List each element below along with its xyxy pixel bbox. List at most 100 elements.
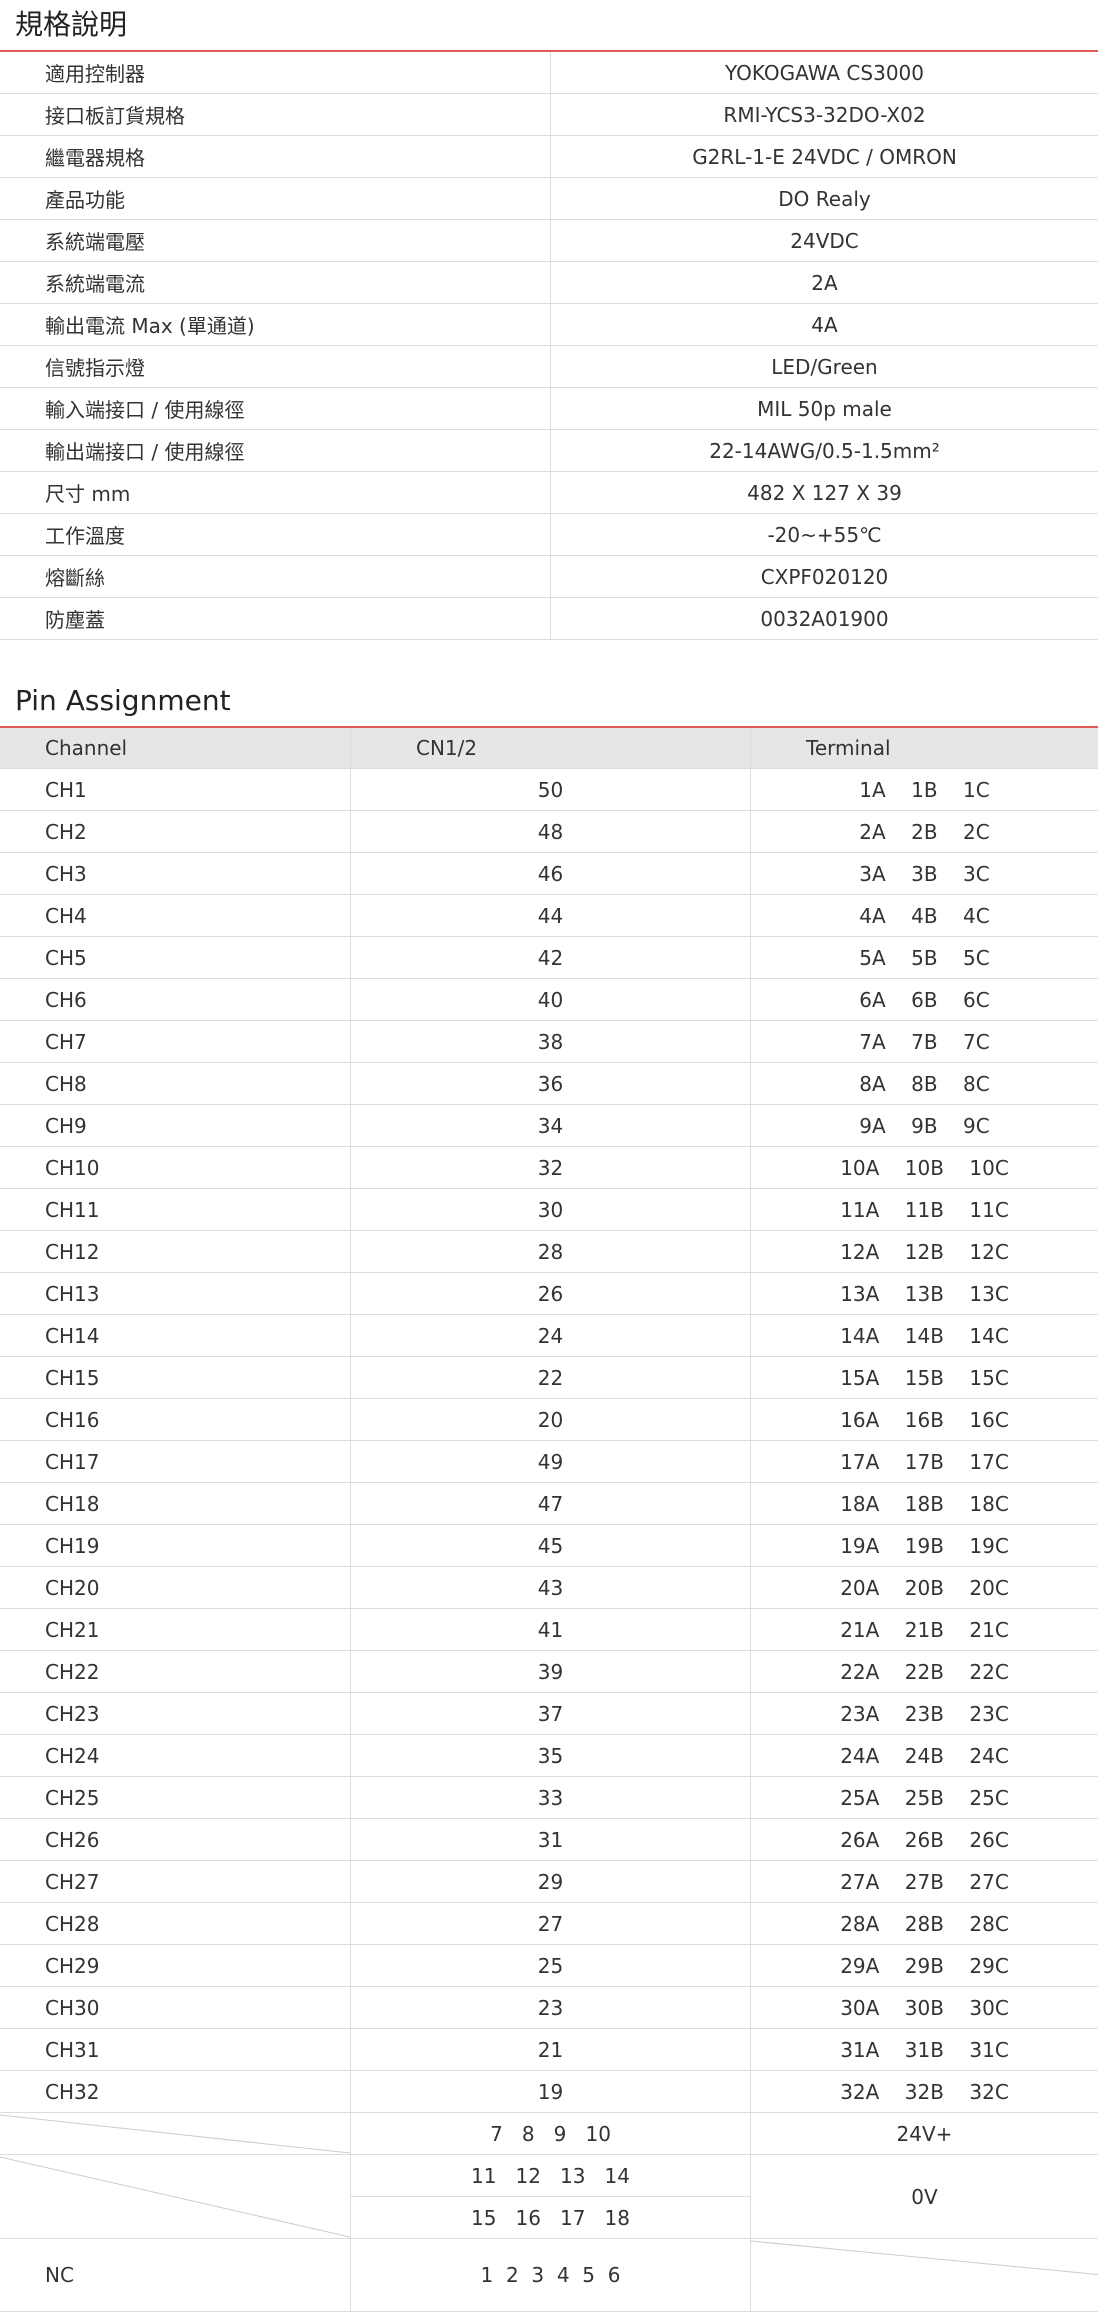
pin-row: CH25 33 25A 25B 25C: [0, 1776, 1098, 1819]
pin-row: CH2 48 2A 2B 2C: [0, 810, 1098, 853]
cn-cell: 36: [350, 1062, 751, 1105]
label-0v: 0V: [750, 2154, 1098, 2239]
spec-row: 適用控制器 YOKOGAWA CS3000: [0, 52, 1098, 94]
spec-value: 22-14AWG/0.5-1.5mm²: [550, 429, 1098, 472]
terminal-cell: 10A 10B 10C: [750, 1146, 1098, 1189]
terminal-cell: 29A 29B 29C: [750, 1944, 1098, 1987]
pin-row: CH8 36 8A 8B 8C: [0, 1062, 1098, 1105]
channel-cell: CH26: [0, 1818, 351, 1861]
terminal-cell: 22A 22B 22C: [750, 1650, 1098, 1693]
terminal-cell: 13A 13B 13C: [750, 1272, 1098, 1315]
cn-cell: 26: [350, 1272, 751, 1315]
spec-value: G2RL-1-E 24VDC / OMRON: [550, 135, 1098, 178]
terminal-cell: 24A 24B 24C: [750, 1734, 1098, 1777]
spec-label: 繼電器規格: [0, 135, 551, 178]
pin-row: CH11 30 11A 11B 11C: [0, 1188, 1098, 1231]
channel-cell: CH10: [0, 1146, 351, 1189]
terminal-cell: 26A 26B 26C: [750, 1818, 1098, 1861]
terminal-cell: 30A 30B 30C: [750, 1986, 1098, 2029]
pin-header-row: Channel CN1/2 Terminal: [0, 728, 1098, 769]
channel-cell: CH11: [0, 1188, 351, 1231]
terminal-cell: 27A 27B 27C: [750, 1860, 1098, 1903]
pin-title: Pin Assignment: [15, 684, 231, 717]
power-row-0v-a: 11 12 13 14 0V: [0, 2154, 1098, 2239]
channel-cell: CH3: [0, 852, 351, 895]
terminal-cell: 12A 12B 12C: [750, 1230, 1098, 1273]
terminal-cell: 9A 9B 9C: [750, 1104, 1098, 1147]
spec-value: 2A: [550, 261, 1098, 304]
channel-cell: CH16: [0, 1398, 351, 1441]
pin-row: CH32 19 32A 32B 32C: [0, 2070, 1098, 2113]
spec-row: 熔斷絲 CXPF020120: [0, 555, 1098, 598]
channel-cell: CH7: [0, 1020, 351, 1063]
spec-value: LED/Green: [550, 345, 1098, 388]
cn-cell: 49: [350, 1440, 751, 1483]
power-rows: 7 8 9 10 24V+ 11 12 13 14 0V 15 16 17 18…: [0, 2112, 1098, 2312]
terminal-cell: 19A 19B 19C: [750, 1524, 1098, 1567]
cn-cell: 22: [350, 1356, 751, 1399]
header-terminal: Terminal: [750, 728, 1098, 769]
nc-pins: 1 2 3 4 5 6: [350, 2238, 751, 2312]
cn-cell: 39: [350, 1650, 751, 1693]
spec-label: 輸出電流 Max (單通道): [0, 303, 551, 346]
channel-cell: CH24: [0, 1734, 351, 1777]
channel-cell: CH14: [0, 1314, 351, 1357]
terminal-cell: 1A 1B 1C: [750, 768, 1098, 811]
spec-title: 規格說明: [15, 8, 128, 41]
channel-cell: CH23: [0, 1692, 351, 1735]
cn-cell: 23: [350, 1986, 751, 2029]
spec-row: 接口板訂貨規格 RMI-YCS3-32DO-X02: [0, 93, 1098, 136]
channel-cell: CH6: [0, 978, 351, 1021]
pin-row: CH4 44 4A 4B 4C: [0, 894, 1098, 937]
channel-cell: CH25: [0, 1776, 351, 1819]
spec-value: RMI-YCS3-32DO-X02: [550, 93, 1098, 136]
spec-label: 信號指示燈: [0, 345, 551, 388]
cn-cell: 33: [350, 1776, 751, 1819]
pin-row: CH13 26 13A 13B 13C: [0, 1272, 1098, 1315]
pin-row: CH1 50 1A 1B 1C: [0, 768, 1098, 811]
channel-cell: CH30: [0, 1986, 351, 2029]
channel-cell: CH1: [0, 768, 351, 811]
channel-cell: CH4: [0, 894, 351, 937]
power-row-24v: 7 8 9 10 24V+: [0, 2112, 1098, 2155]
terminal-cell: 17A 17B 17C: [750, 1440, 1098, 1483]
page: 規格說明 適用控制器 YOKOGAWA CS3000 接口板訂貨規格 RMI-YCS3…: [0, 0, 1098, 2317]
terminal-cell: 20A 20B 20C: [750, 1566, 1098, 1609]
pin-row: CH26 31 26A 26B 26C: [0, 1818, 1098, 1861]
terminal-cell: 28A 28B 28C: [750, 1902, 1098, 1945]
spec-label: 工作溫度: [0, 513, 551, 556]
spec-row: 信號指示燈 LED/Green: [0, 345, 1098, 388]
spec-label: 系統端電壓: [0, 219, 551, 262]
channel-cell: CH22: [0, 1650, 351, 1693]
channel-cell: CH32: [0, 2070, 351, 2113]
spec-row: 輸入端接口 / 使用線徑 MIL 50p male: [0, 387, 1098, 430]
cn-cell: 34: [350, 1104, 751, 1147]
pin-row: CH19 45 19A 19B 19C: [0, 1524, 1098, 1567]
spec-value: CXPF020120: [550, 555, 1098, 598]
cn-cell: 25: [350, 1944, 751, 1987]
channel-cell: CH13: [0, 1272, 351, 1315]
spec-value: MIL 50p male: [550, 387, 1098, 430]
terminal-cell: 16A 16B 16C: [750, 1398, 1098, 1441]
spec-table: 適用控制器 YOKOGAWA CS3000 接口板訂貨規格 RMI-YCS3-32DO…: [0, 52, 1098, 640]
terminal-cell: 6A 6B 6C: [750, 978, 1098, 1021]
spec-label: 產品功能: [0, 177, 551, 220]
spec-row: 尺寸 mm 482 X 127 X 39: [0, 471, 1098, 514]
pin-row: CH17 49 17A 17B 17C: [0, 1440, 1098, 1483]
spec-row: 工作溫度 -20~+55℃: [0, 513, 1098, 556]
cn-cell: 47: [350, 1482, 751, 1525]
spec-label: 防塵蓋: [0, 597, 551, 640]
cn-cell: 29: [350, 1860, 751, 1903]
channel-cell: CH20: [0, 1566, 351, 1609]
cn-cell: 44: [350, 894, 751, 937]
nc-row: NC 1 2 3 4 5 6: [0, 2238, 1098, 2312]
pin-row: CH27 29 27A 27B 27C: [0, 1860, 1098, 1903]
channel-cell: CH19: [0, 1524, 351, 1567]
diagonal-cell-2: [0, 2154, 351, 2239]
channel-cell: CH18: [0, 1482, 351, 1525]
channel-cell: CH15: [0, 1356, 351, 1399]
pin-row: CH31 21 31A 31B 31C: [0, 2028, 1098, 2071]
channel-cell: CH28: [0, 1902, 351, 1945]
spec-value: -20~+55℃: [550, 513, 1098, 556]
spec-value: YOKOGAWA CS3000: [550, 52, 1098, 94]
